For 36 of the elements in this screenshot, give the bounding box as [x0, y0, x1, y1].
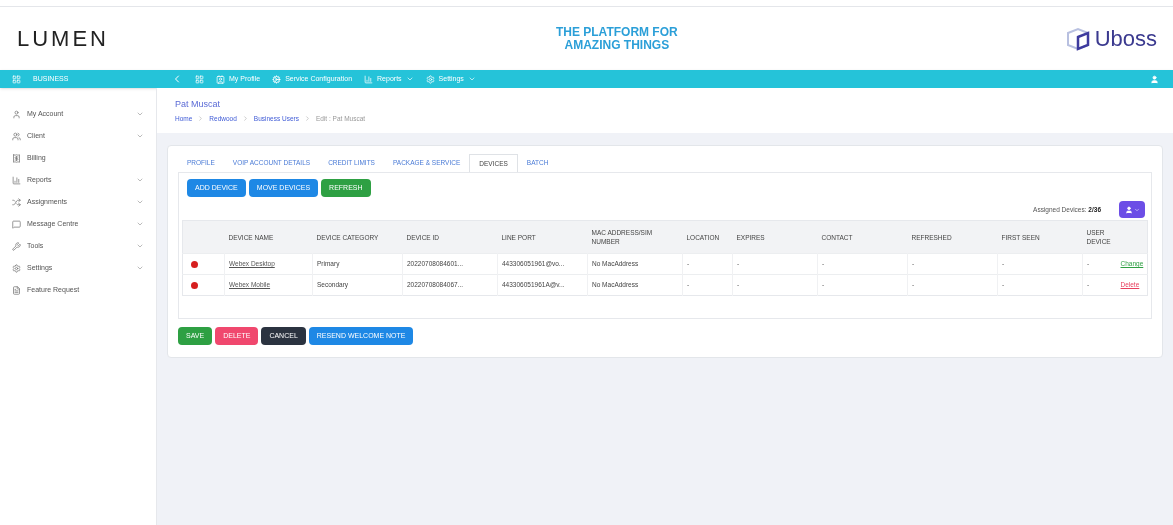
- settings-icon: [425, 74, 435, 84]
- chevron-icon: [136, 176, 144, 184]
- chevron-icon: [303, 114, 311, 122]
- users-icon: [12, 131, 21, 141]
- cube-logo-icon: [1064, 25, 1091, 52]
- receipt-icon: [12, 153, 21, 163]
- bar-chart-icon: [12, 175, 21, 185]
- chevron-icon: [136, 220, 144, 228]
- grid-icon: [12, 74, 21, 84]
- cogs-icon: [272, 74, 282, 84]
- chevron-icon: [136, 264, 144, 272]
- page-title: Pat Muscat: [175, 98, 222, 111]
- user-icon: [1124, 205, 1133, 214]
- wrench-icon: [12, 241, 21, 251]
- chevron-icon: [136, 132, 144, 140]
- tagline: THE PLATFORM FOR AMAZING THINGS: [555, 25, 678, 52]
- chevron-icon: [136, 110, 144, 118]
- chevron-icon: [241, 114, 249, 122]
- document-icon: [12, 285, 21, 295]
- user-icon: [12, 109, 21, 119]
- user-dropdown-button[interactable]: [1119, 201, 1145, 218]
- caret-icon: [405, 75, 414, 83]
- chevron-icon: [136, 242, 144, 250]
- message-icon: [12, 219, 21, 229]
- bar-chart-icon: [364, 74, 374, 84]
- lumen-logo: LUMEN: [17, 25, 109, 53]
- settings-icon: [12, 263, 21, 273]
- caret-icon: [467, 75, 476, 83]
- chevron-icon: [197, 114, 205, 122]
- caret-icon: [1133, 206, 1140, 213]
- chevron-icon: [136, 198, 144, 206]
- profile-card-icon: [216, 74, 225, 84]
- grid-icon[interactable]: [195, 74, 204, 84]
- shuffle-icon: [12, 197, 21, 207]
- user-icon[interactable]: [1150, 74, 1159, 84]
- uboss-logo: Uboss: [1094, 25, 1157, 53]
